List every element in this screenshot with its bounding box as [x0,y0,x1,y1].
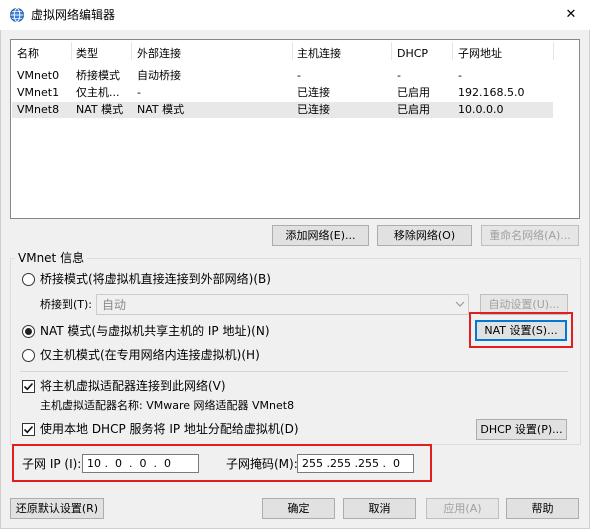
column-header-dhcp[interactable]: DHCP [397,46,428,62]
ok-button[interactable]: 确定 [262,498,335,519]
table-cell[interactable]: 已连接 [297,102,330,118]
window-title: 虚拟网络编辑器 [31,8,116,22]
close-button[interactable]: ✕ [560,6,582,24]
checkmark-icon [23,382,34,391]
cancel-button[interactable]: 取消 [343,498,416,519]
table-cell[interactable]: 自动桥接 [137,68,181,84]
help-button[interactable]: 帮助 [506,498,579,519]
table-cell[interactable]: - [297,68,301,84]
table-cell[interactable]: - [458,68,462,84]
adapter-name-text: 主机虚拟适配器名称: VMware 网络适配器 VMnet8 [40,399,295,412]
use-dhcp-label[interactable]: 使用本地 DHCP 服务将 IP 地址分配给虚拟机(D) [40,421,299,437]
table-cell[interactable]: 已连接 [297,85,330,101]
host-only-mode-label[interactable]: 仅主机模式(在专用网络内连接虚拟机)(H) [40,347,260,363]
column-header-type[interactable]: 类型 [76,46,98,62]
dhcp-settings-button[interactable]: DHCP 设置(P)... [476,419,567,440]
column-header-external[interactable]: 外部连接 [137,46,181,62]
table-cell[interactable]: 桥接模式 [76,68,120,84]
apply-button[interactable]: 应用(A) [426,498,499,519]
subnet-ip-label: 子网 IP (I): [22,457,82,471]
table-cell[interactable]: 10.0.0.0 [458,102,503,118]
table-cell[interactable]: NAT 模式 [76,102,123,118]
table-cell[interactable]: VMnet1 [17,85,59,101]
nat-mode-radio[interactable] [22,325,35,338]
vmnet-info-title: VMnet 信息 [15,251,88,265]
column-divider [292,42,293,60]
bridged-mode-radio[interactable] [22,273,35,286]
table-cell[interactable]: VMnet8 [17,102,59,118]
bridge-to-value: 自动 [102,298,127,312]
subnet-mask-input[interactable]: 255 .255 .255 . 0 [297,454,414,473]
subnet-ip-input[interactable]: 10 . 0 . 0 . 0 [82,454,199,473]
column-divider [391,42,392,60]
column-divider [452,42,453,60]
table-cell[interactable]: VMnet0 [17,68,59,84]
bridge-to-label: 桥接到(T): [40,298,93,311]
table-cell[interactable]: - [397,68,401,84]
restore-defaults-button[interactable]: 还原默认设置(R) [10,498,104,519]
bridged-mode-label[interactable]: 桥接模式(将虚拟机直接连接到外部网络)(B) [40,271,271,287]
network-globe-icon [9,7,25,23]
table-cell[interactable]: 已启用 [397,102,430,118]
table-cell[interactable]: 仅主机... [76,85,120,101]
table-cell[interactable]: NAT 模式 [137,102,184,118]
group-separator [20,371,568,372]
connect-adapter-checkbox[interactable] [22,380,35,393]
network-table[interactable]: 名称 类型 外部连接 主机连接 DHCP 子网地址 VMnet0 桥接模式 自动… [10,39,580,219]
nat-settings-button[interactable]: NAT 设置(S)... [475,320,567,341]
use-dhcp-checkbox[interactable] [22,423,35,436]
rename-network-button[interactable]: 重命名网络(A)... [481,225,579,246]
nat-mode-label[interactable]: NAT 模式(与虚拟机共享主机的 IP 地址)(N) [40,323,270,339]
table-cell[interactable]: 192.168.5.0 [458,85,524,101]
column-header-subnet[interactable]: 子网地址 [458,46,502,62]
column-header-host[interactable]: 主机连接 [297,46,341,62]
table-cell[interactable]: - [137,85,141,101]
checkmark-icon [23,425,34,434]
column-divider [71,42,72,60]
connect-adapter-label[interactable]: 将主机虚拟适配器连接到此网络(V) [40,378,226,394]
add-network-button[interactable]: 添加网络(E)... [272,225,369,246]
bridge-to-select[interactable] [96,294,469,315]
column-divider [131,42,132,60]
chevron-down-icon [454,296,466,312]
subnet-mask-label: 子网掩码(M): [226,457,298,471]
close-icon: ✕ [565,7,577,22]
column-header-name[interactable]: 名称 [17,46,39,62]
remove-network-button[interactable]: 移除网络(O) [377,225,472,246]
table-cell[interactable]: 已启用 [397,85,430,101]
column-divider [553,42,554,60]
host-only-mode-radio[interactable] [22,349,35,362]
